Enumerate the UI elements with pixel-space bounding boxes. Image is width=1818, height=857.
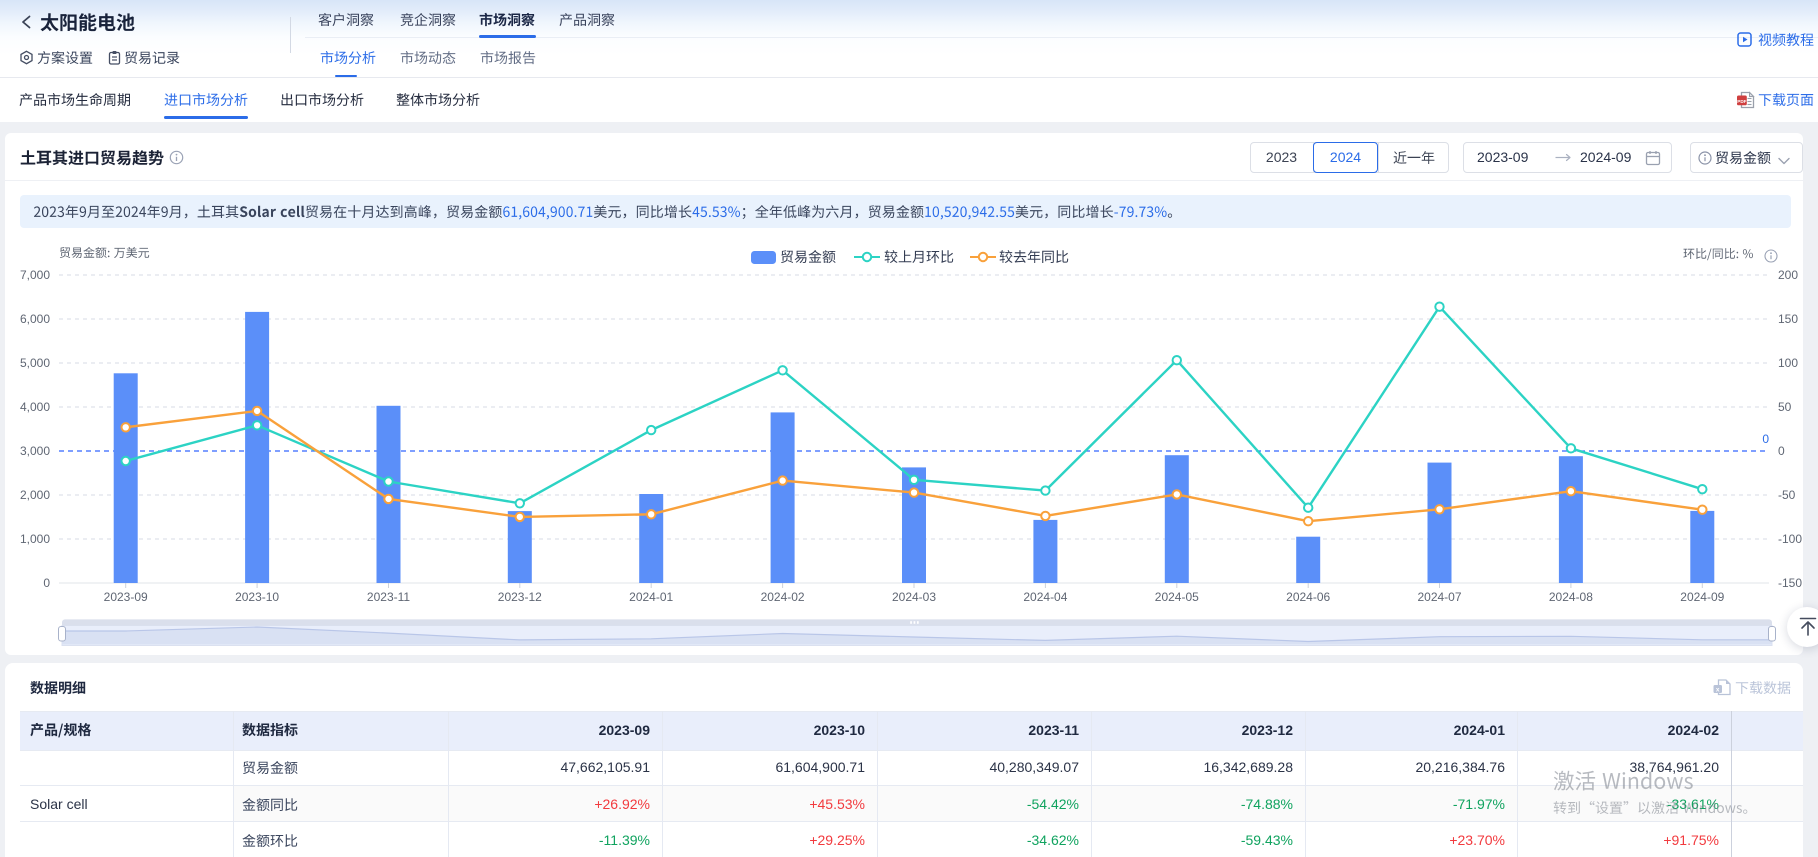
svg-text:x: x	[1716, 687, 1720, 694]
